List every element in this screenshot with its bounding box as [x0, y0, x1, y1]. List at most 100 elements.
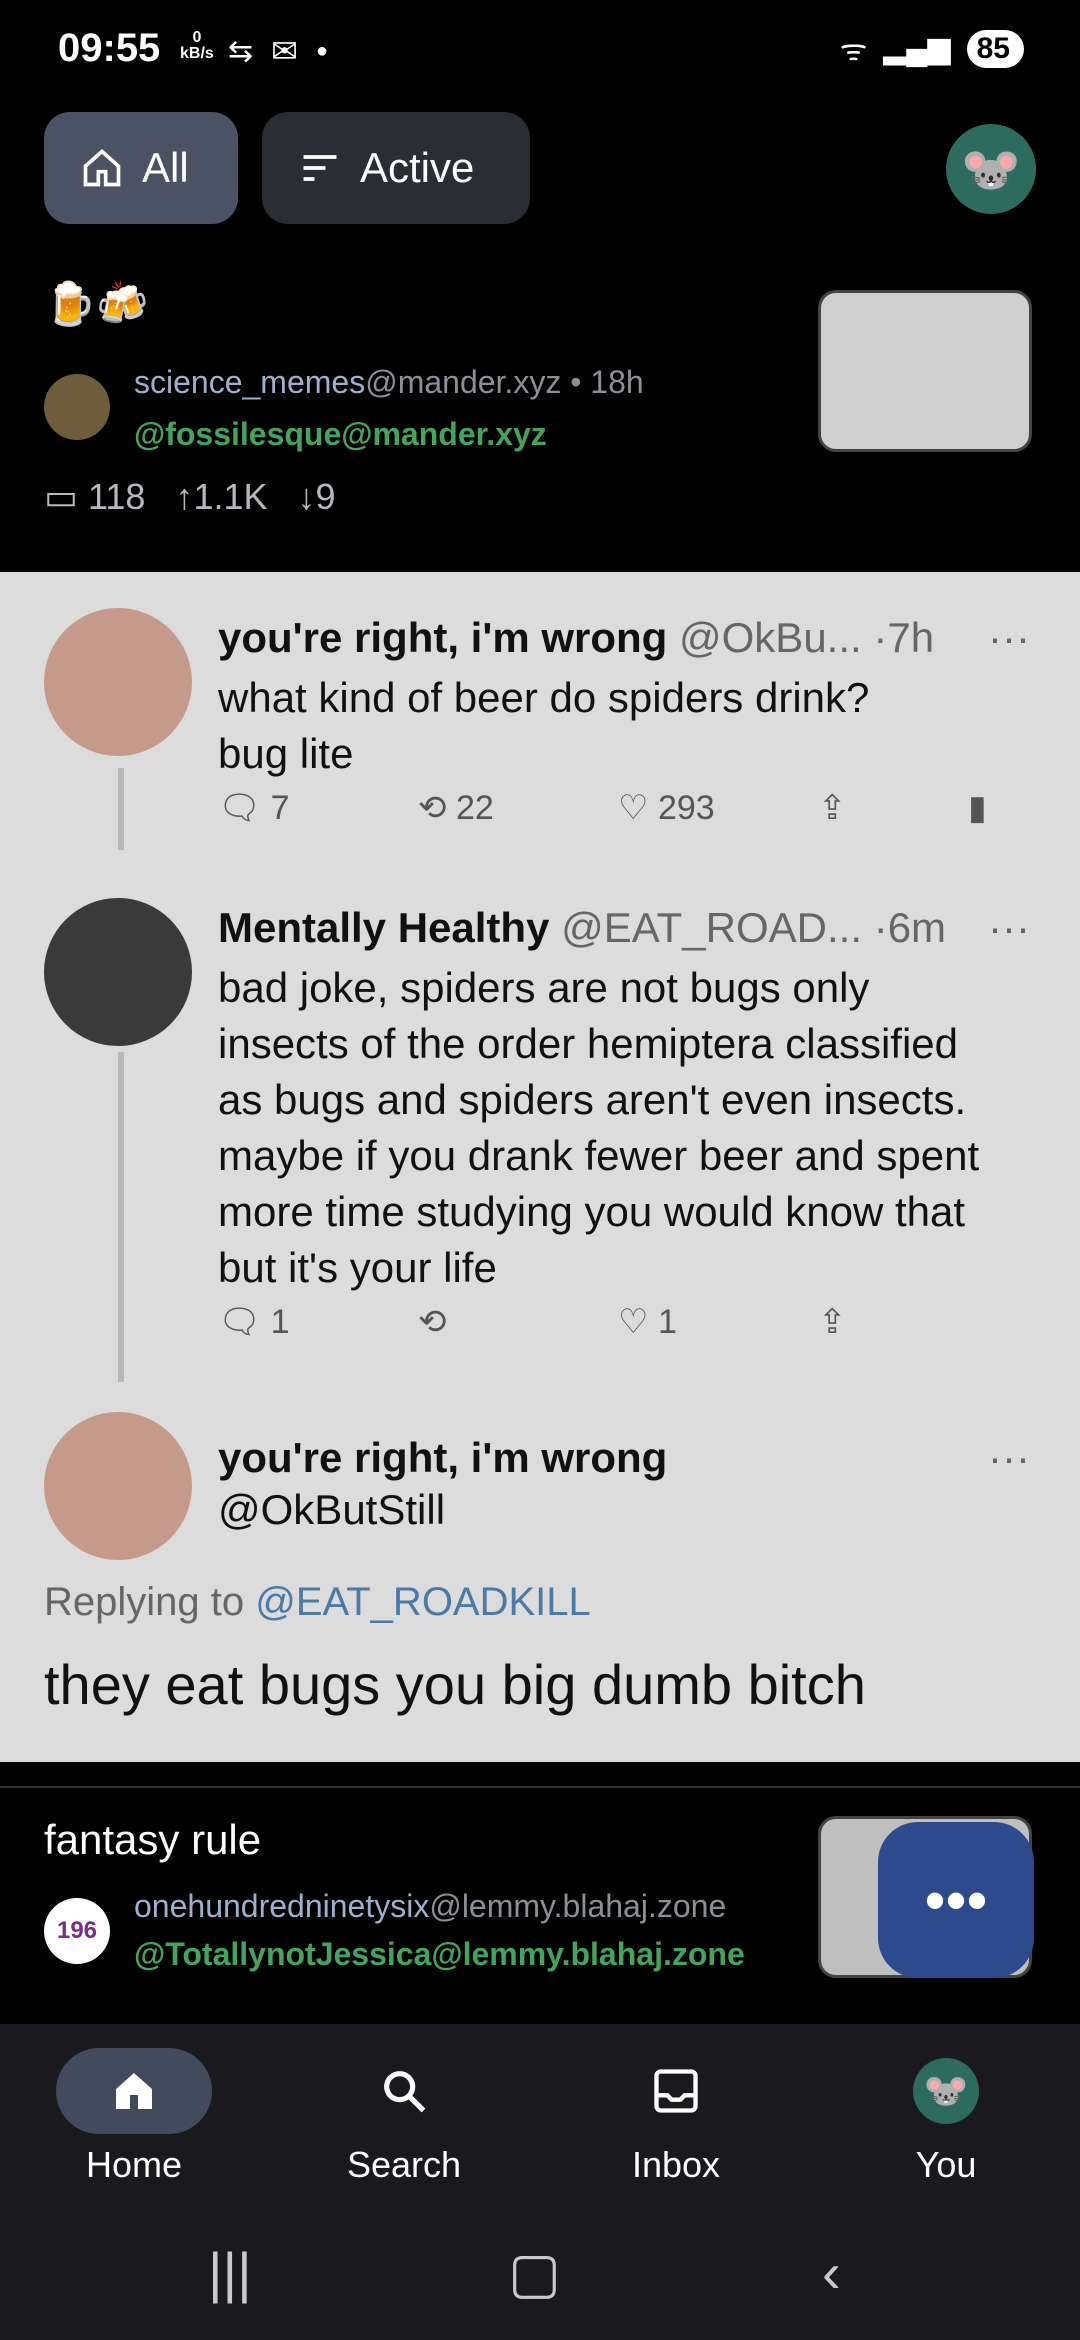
separator: • [570, 364, 591, 400]
community-name[interactable]: science_memes [134, 364, 365, 400]
post-author[interactable]: @TotallynotJessica@lemmy.blahaj.zone [134, 1936, 745, 1973]
like-count: ♡ 1 [618, 1303, 677, 1341]
feed-filters: All Active 🐭 [44, 112, 1036, 228]
tweet-text-line: more time studying you would know that [218, 1188, 966, 1235]
tweet-main-text: they eat bugs you big dumb bitch [44, 1653, 866, 1716]
transfer-icon: ⇆ [228, 34, 254, 68]
signal-icon: ▂▄▆ [883, 32, 951, 65]
mail-icon: ✉ [271, 33, 298, 69]
tweet-text-line: as bugs and spiders aren't even insects. [218, 1076, 967, 1123]
share-icon: ⇪ [818, 789, 847, 827]
status-icons-right: ᯤ ▂▄▆ 85 [840, 28, 1024, 69]
tweet-text-line: insects of the order hemiptera classifie… [218, 1020, 959, 1067]
tweet-author: Mentally Healthy [218, 904, 550, 951]
inbox-icon [650, 2048, 702, 2134]
share-icon: ⇪ [818, 1303, 847, 1341]
network-speed-value: 0 [192, 29, 202, 46]
tweet-handle: @OkButStill [218, 1486, 446, 1533]
tweet-actions: 🗨 7 ⟲ 22 ♡ 293 ⇪ ▮ [218, 788, 987, 828]
search-icon [378, 2048, 430, 2134]
filter-all-label: All [142, 144, 189, 191]
nav-home-label: Home [85, 2144, 183, 2185]
like-count: ♡ 293 [618, 789, 715, 827]
post-author[interactable]: @fossilesque@mander.xyz [134, 416, 547, 453]
profile-avatar-icon: 🐭 [913, 2048, 979, 2134]
community-icon[interactable] [44, 374, 110, 440]
nav-search[interactable]: Search [304, 2048, 504, 2186]
reply-count: 🗨 7 [218, 789, 290, 827]
more-actions-fab[interactable]: ••• [878, 1822, 1034, 1978]
more-icon: ··· [988, 904, 1030, 951]
tweet-text-line: maybe if you drank fewer beer and spent [218, 1132, 980, 1179]
downvote-count[interactable]: ↓9 [298, 476, 336, 518]
reply-value: 1 [270, 1303, 290, 1341]
tweet-avatar [44, 1412, 192, 1560]
sort-active-button[interactable]: Active [262, 112, 530, 224]
tweet-avatar [44, 608, 192, 756]
filter-all-button[interactable]: All [44, 112, 238, 224]
nav-inbox-label: Inbox [631, 2144, 721, 2185]
thread-line [118, 1052, 124, 1382]
tweet-time: 7h [887, 614, 935, 661]
upvote-count[interactable]: ↑1.1K [175, 476, 267, 518]
dot-icon: ● [315, 39, 329, 62]
tweet-header: you're right, i'm wrong @OkBu... ·7h ··· [218, 614, 1030, 662]
post-meta: onehundredninetysix@lemmy.blahaj.zone [134, 1888, 726, 1925]
retweet-icon: ⟲ [418, 1303, 447, 1341]
comments-count[interactable]: ▭ 118 [44, 476, 145, 518]
recent-apps-icon[interactable]: ||| [208, 2240, 252, 2305]
downvotes-value: 9 [315, 476, 336, 517]
tweet-handle: @EAT_ROAD... [561, 904, 863, 951]
replying-handle: @EAT_ROADKILL [255, 1580, 591, 1624]
network-speed: 0 kB/s [180, 30, 214, 62]
replying-to: Replying to @EAT_ROADKILL [44, 1580, 591, 1625]
tweet-avatar [44, 898, 192, 1046]
tweet-handle: @OkBu... [679, 614, 862, 661]
community-instance: @lemmy.blahaj.zone [429, 1888, 727, 1924]
replying-prefix: Replying to [44, 1580, 245, 1624]
status-bar: 09:55 0 kB/s ⇆ ✉ ● ᯤ ▂▄▆ 85 [0, 0, 1080, 100]
comments-value: 118 [88, 476, 146, 517]
tweet-header: you're right, i'm wrong ··· [218, 1434, 1030, 1482]
nav-search-label: Search [346, 2144, 462, 2185]
more-horizontal-icon: ••• [924, 1866, 988, 1934]
reply-count: 🗨 1 [218, 1303, 290, 1341]
network-speed-unit: kB/s [180, 45, 214, 62]
post-title[interactable]: fantasy rule [44, 1816, 261, 1864]
nav-home[interactable]: Home [34, 2048, 234, 2186]
retweet-count: ⟲ 22 [418, 789, 494, 827]
analytics-icon: ▮ [968, 789, 987, 827]
system-navigation-bar: ||| ▢ ‹ [0, 2210, 1080, 2340]
battery-indicator: 85 [966, 29, 1024, 68]
community-instance: @mander.xyz [365, 364, 562, 400]
tweet-actions: 🗨 1 ⟲ ♡ 1 ⇪ [218, 1302, 847, 1342]
like-value: 293 [657, 789, 715, 827]
more-icon: ··· [988, 614, 1030, 661]
community-icon[interactable]: 196 [44, 1898, 110, 1964]
back-icon[interactable]: ‹ [822, 2240, 841, 2305]
arrow-down-icon: ↓ [297, 476, 316, 517]
post-time: 18h [590, 364, 644, 400]
account-avatar-button[interactable]: 🐭 [946, 124, 1036, 214]
home-system-icon[interactable]: ▢ [508, 2240, 561, 2306]
status-icons-left: ⇆ ✉ ● [228, 32, 328, 70]
tweet-text-line: what kind of beer do spiders drink? [218, 674, 870, 721]
tweet-text-line: bug lite [218, 730, 354, 777]
post-thumbnail[interactable] [818, 290, 1032, 452]
nav-inbox[interactable]: Inbox [576, 2048, 776, 2186]
nav-you[interactable]: 🐭 You [846, 2048, 1046, 2186]
nav-you-label: You [915, 2144, 977, 2185]
separator: · [873, 614, 888, 661]
comment-icon: ▭ [44, 476, 79, 517]
community-name[interactable]: onehundredninetysix [134, 1888, 429, 1924]
tweet-text-line: bad joke, spiders are not bugs only [218, 964, 870, 1011]
bottom-navigation: Home Search Inbox 🐭 You [0, 2024, 1080, 2210]
wifi-icon: ᯤ [839, 34, 868, 67]
post-image[interactable]: you're right, i'm wrong @OkBu... ·7h ···… [0, 572, 1080, 1762]
thread-line [118, 768, 124, 850]
post-card[interactable]: 🍺🍻 science_memes@mander.xyz • 18h @fossi… [44, 280, 1036, 540]
tweet-author: you're right, i'm wrong [218, 614, 668, 661]
arrow-up-icon: ↑ [175, 476, 194, 517]
like-value: 1 [657, 1303, 677, 1341]
separator: · [873, 904, 888, 951]
